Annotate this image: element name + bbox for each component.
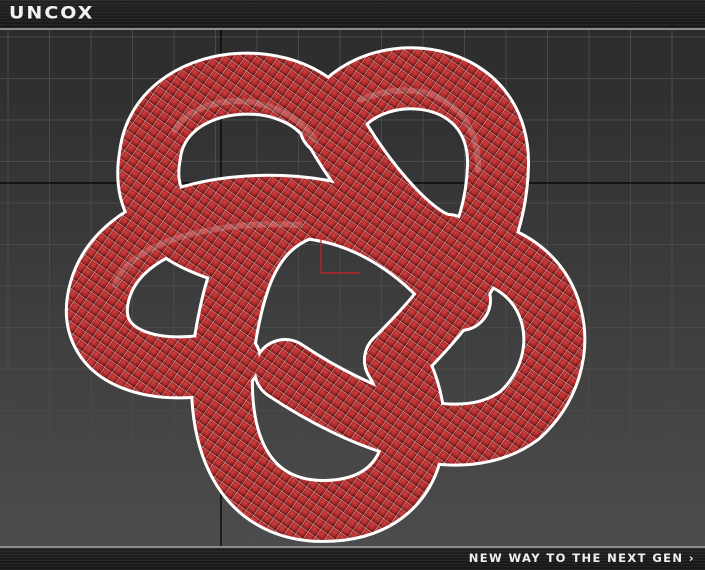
logo: UNCOX bbox=[9, 3, 95, 23]
bottom-bar: NEW WAY TO THE NEXT GEN › bbox=[0, 546, 705, 570]
top-bar: UNCOX bbox=[0, 0, 705, 30]
viewport-canvas bbox=[0, 30, 705, 546]
3d-viewport[interactable] bbox=[0, 30, 705, 546]
torus-knot-mesh[interactable] bbox=[64, 46, 587, 543]
tagline[interactable]: NEW WAY TO THE NEXT GEN › bbox=[469, 551, 695, 565]
